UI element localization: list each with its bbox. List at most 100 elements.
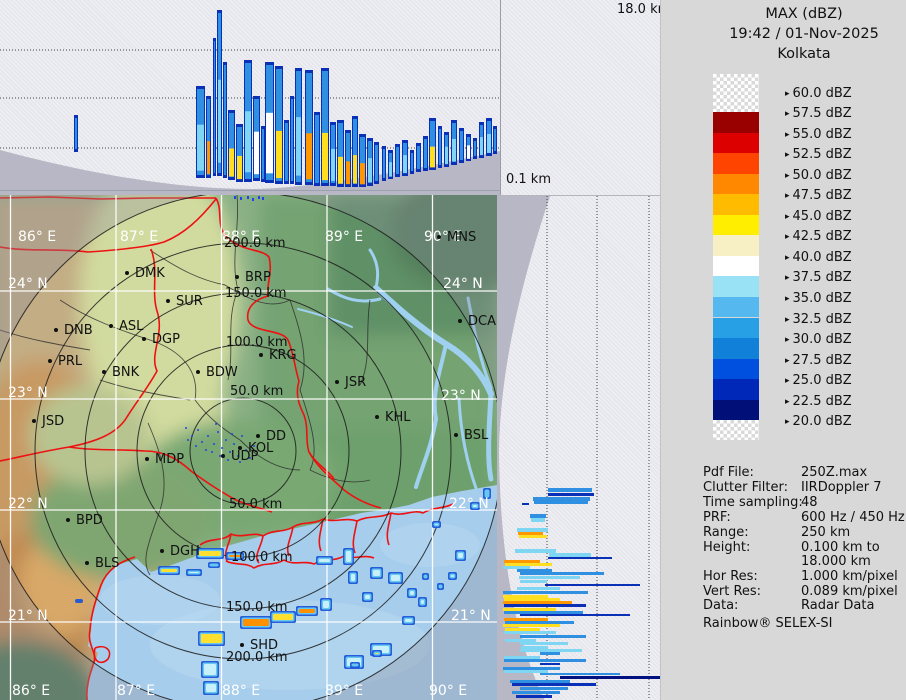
dbz-scale-label: ▸ 42.5 dBZ: [785, 229, 852, 245]
top-projection-plot: [0, 10, 500, 195]
dbz-scale-label: ▸ 40.0 dBZ: [785, 249, 852, 265]
dbz-scale-cell: [713, 276, 759, 297]
dbz-scale-cell: [713, 338, 759, 359]
radar-site-name: Kolkata: [777, 46, 831, 62]
longitude-label: 89° E: [325, 229, 363, 245]
scale-tick-arrow-icon: ▸: [785, 396, 790, 407]
metadata-label: Clutter Filter:: [703, 480, 788, 495]
scale-tick-arrow-icon: ▸: [785, 294, 790, 304]
city-label: KHL: [385, 410, 411, 425]
dbz-scale-cell: [713, 132, 759, 154]
metadata-value: Radar Data: [801, 598, 875, 613]
range-ring-label: 50.0 km: [230, 384, 283, 399]
range-ring-label: 150.0 km: [226, 600, 288, 615]
dbz-scale-label: ▸ 32.5 dBZ: [785, 311, 852, 327]
dbz-scale-cell: [713, 379, 759, 400]
height-axis-min-label: 0.1 km: [506, 172, 551, 187]
city-label: DGH: [170, 544, 200, 559]
latitude-label: 22° N: [449, 496, 489, 512]
latitude-label: 23° N: [8, 385, 48, 401]
radar-map: 86° E86° E87° E87° E88° E88° E89° E89° E…: [0, 195, 497, 700]
metadata-label: Data:: [703, 598, 739, 613]
latitude-label: 22° N: [8, 496, 48, 512]
metadata-value: 600 Hz / 450 Hz: [801, 510, 905, 525]
dbz-scale-label: ▸ 27.5 dBZ: [785, 352, 852, 368]
dbz-scale-label: ▸ 57.5 dBZ: [785, 106, 852, 122]
scale-tick-arrow-icon: ▸: [785, 129, 790, 140]
city-label: BNK: [112, 365, 140, 380]
scale-tick-arrow-icon: ▸: [785, 252, 790, 263]
city-label: BRP: [245, 270, 271, 285]
city-label: DNB: [64, 323, 93, 338]
city-label: UDP: [231, 449, 259, 464]
metadata-label: Hor Res:: [703, 569, 758, 584]
metadata-label: Vert Res:: [703, 584, 762, 599]
dbz-scale-cell: [713, 235, 759, 256]
scale-tick-arrow-icon: ▸: [785, 170, 790, 181]
metadata-value: 1.000 km/pixel: [801, 569, 898, 584]
dbz-scale-cell: [713, 420, 759, 441]
metadata-value: 0.089 km/pixel: [801, 584, 898, 599]
city-label: JSD: [41, 414, 64, 429]
dbz-color-scale: [713, 74, 759, 441]
dbz-scale-label: ▸ 30.0 dBZ: [785, 332, 852, 348]
dbz-scale-cell: [713, 194, 759, 215]
scale-tick-arrow-icon: ▸: [785, 232, 790, 243]
scale-tick-arrow-icon: ▸: [785, 355, 790, 366]
latitude-label: 23° N: [441, 388, 481, 404]
scale-tick-arrow-icon: ▸: [785, 88, 790, 99]
product-timestamp: 19:42 / 01-Nov-2025: [729, 26, 879, 42]
scale-tick-arrow-icon: ▸: [785, 109, 790, 120]
metadata-value: 18.000 km: [801, 554, 871, 569]
metadata-value: 250 km: [801, 525, 851, 540]
legend-column: MAX (dBZ) 19:42 / 01-Nov-2025 Kolkata ▸ 6…: [660, 0, 906, 700]
dbz-scale-cell: [713, 358, 759, 380]
dbz-scale-cell: [713, 112, 759, 133]
range-ring-label: 50.0 km: [229, 497, 282, 512]
city-label: BLS: [95, 556, 119, 571]
scale-tick-arrow-icon: ▸: [785, 417, 790, 428]
metadata-value: 0.100 km to: [801, 540, 880, 555]
city-label: BSL: [464, 428, 489, 443]
dbz-scale-cell: [713, 317, 759, 339]
radar-display-window: 18.0 km 0.1 km 86° E 86° E 87° E 87° E 88° E…: [0, 0, 906, 700]
range-ring-label: 150.0 km: [225, 286, 287, 301]
side-projection-plot: [497, 196, 660, 700]
latitude-label: 21° N: [8, 608, 48, 624]
dbz-scale-label: ▸ 25.0 dBZ: [785, 373, 852, 389]
longitude-label: 90° E: [429, 683, 467, 699]
dbz-scale-label: ▸ 52.5 dBZ: [785, 147, 852, 163]
latitude-label: 24° N: [443, 276, 483, 292]
dbz-scale-label: ▸ 60.0 dBZ: [785, 85, 852, 101]
vertical-projection-side-panel: [497, 195, 660, 700]
dbz-scale-label: ▸ 37.5 dBZ: [785, 270, 852, 286]
city-label: BPD: [76, 513, 103, 528]
dbz-scale-label: ▸ 55.0 dBZ: [785, 126, 852, 142]
city-label: DMK: [135, 266, 165, 281]
dbz-scale-cell: [713, 173, 759, 195]
metadata-label: Pdf File:: [703, 465, 754, 480]
scale-tick-arrow-icon: ▸: [785, 376, 790, 387]
dbz-scale-label: ▸ 47.5 dBZ: [785, 188, 852, 204]
range-ring-label: 100.0 km: [231, 550, 293, 565]
dbz-scale-cell: [713, 153, 759, 174]
scale-tick-arrow-icon: ▸: [785, 191, 790, 202]
dbz-scale-cell: [713, 255, 759, 277]
dbz-scale-label: ▸ 45.0 dBZ: [785, 208, 852, 224]
map-panel: 86° E 86° E 87° E 87° E 88° E 88° E 89° E 89° E…: [0, 195, 497, 700]
metadata-label: PRF:: [703, 510, 731, 525]
metadata-value: 48: [801, 495, 818, 510]
scale-tick-arrow-icon: ▸: [785, 150, 790, 161]
city-label: DGP: [152, 332, 180, 347]
dbz-scale-cell: [713, 74, 759, 112]
scale-tick-arrow-icon: ▸: [785, 314, 790, 325]
dbz-scale-cell: [713, 214, 759, 236]
city-label: KRG: [269, 348, 297, 363]
metadata-value: 250Z.max: [801, 465, 868, 480]
longitude-label: 86° E: [18, 229, 56, 245]
metadata-value: IIRDoppler 7: [801, 480, 882, 495]
city-label: PRL: [58, 354, 83, 369]
longitude-label: 86° E: [12, 683, 50, 699]
latitude-label: 21° N: [451, 608, 491, 624]
dbz-scale-label: ▸ 35.0 dBZ: [785, 291, 852, 306]
